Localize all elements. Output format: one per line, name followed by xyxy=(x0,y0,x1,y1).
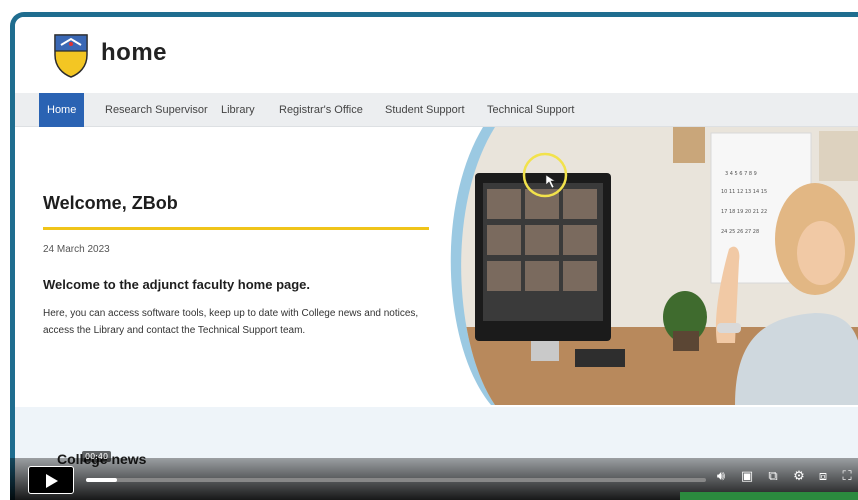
play-icon xyxy=(46,474,58,488)
svg-text:17 18 19 20 21 22: 17 18 19 20 21 22 xyxy=(721,209,767,215)
college-crest-logo[interactable] xyxy=(51,31,91,79)
hero-photo-video-call: 3 4 5 6 7 8 9 10 11 12 13 14 15 17 18 19… xyxy=(450,127,858,405)
welcome-title: Welcome, ZBob xyxy=(43,193,178,213)
nav-item-student-support[interactable]: Student Support xyxy=(377,93,473,127)
svg-text:3 4 5 6 7 8 9: 3 4 5 6 7 8 9 xyxy=(725,171,757,177)
settings-icon[interactable]: ⚙ xyxy=(790,468,808,486)
progress-fill xyxy=(86,478,117,482)
fullscreen-icon[interactable]: ⛶ xyxy=(838,468,856,486)
transcript-icon[interactable]: ⧉ xyxy=(764,468,782,486)
welcome-subtitle: Welcome to the adjunct faculty home page… xyxy=(43,277,311,292)
svg-text:10 11 12 13 14 15: 10 11 12 13 14 15 xyxy=(721,189,767,195)
site-title: home xyxy=(101,39,168,66)
video-progress-bar[interactable] xyxy=(86,478,706,482)
pip-icon[interactable]: ⧈ xyxy=(814,468,832,486)
welcome-date: 24 March 2023 xyxy=(43,244,110,255)
svg-text:24 25 26 27 28: 24 25 26 27 28 xyxy=(721,229,759,235)
volume-icon[interactable]: 🔊︎ xyxy=(712,468,730,486)
welcome-body: Here, you can access software tools, kee… xyxy=(43,308,419,336)
nav-item-library[interactable]: Library xyxy=(213,93,263,127)
page-footer-strip xyxy=(680,492,858,500)
title-underline xyxy=(43,227,429,230)
captions-icon[interactable]: ▣ xyxy=(738,468,756,486)
nav-item-home[interactable]: Home xyxy=(39,93,85,127)
site-header: home xyxy=(15,17,858,93)
browser-frame: home Home Research Supervisor Library Re… xyxy=(10,12,858,500)
playback-time: 00:40 xyxy=(82,451,112,462)
main-nav: Home Research Supervisor Library Registr… xyxy=(15,93,858,127)
play-button[interactable] xyxy=(28,466,74,494)
nav-item-technical-support[interactable]: Technical Support xyxy=(479,93,582,127)
nav-item-research-supervisor[interactable]: Research Supervisor xyxy=(97,93,216,127)
welcome-hero: Welcome, ZBob 24 March 2023 Welcome to t… xyxy=(15,127,858,407)
nav-item-registrars-office[interactable]: Registrar's Office xyxy=(271,93,371,127)
